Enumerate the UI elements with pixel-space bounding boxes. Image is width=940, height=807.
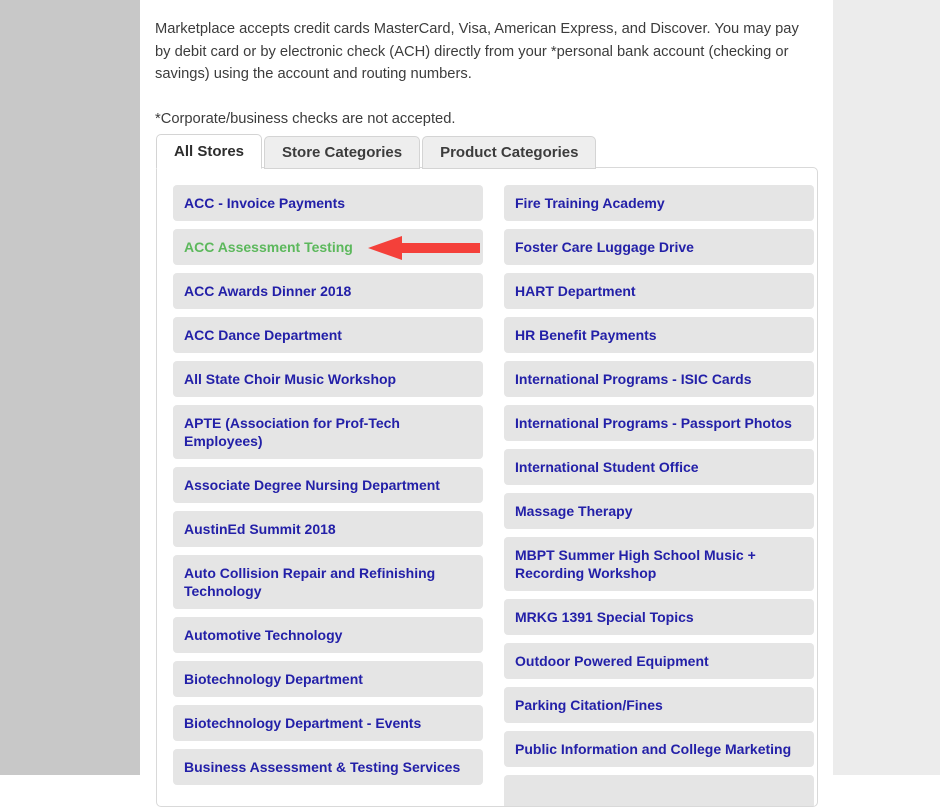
store-link-label: HART Department (515, 283, 636, 299)
stores-panel: ACC - Invoice Payments ACC Assessment Tes… (156, 167, 818, 807)
tab-label: All Stores (174, 143, 245, 160)
store-link-label: International Student Office (515, 459, 699, 475)
stores-panel-inner: ACC - Invoice Payments ACC Assessment Tes… (157, 168, 817, 806)
store-link-label: Parking Citation/Fines (515, 697, 663, 713)
store-link-item[interactable]: Foster Care Luggage Drive (504, 229, 814, 265)
store-link-item[interactable]: Massage Therapy (504, 493, 814, 529)
store-link-item[interactable]: ACC - Invoice Payments (173, 185, 483, 221)
store-link-label: AustinEd Summit 2018 (184, 521, 336, 537)
tab-label: Store Categories (282, 144, 403, 161)
store-link-label: Fire Training Academy (515, 195, 665, 211)
store-link-item[interactable]: MRKG 1391 Special Topics (504, 599, 814, 635)
store-link-label: All State Choir Music Workshop (184, 371, 397, 387)
store-link-item[interactable]: Auto Collision Repair and Refinishing Te… (173, 555, 483, 609)
store-link-label: Automotive Technology (184, 627, 343, 643)
store-link-item[interactable]: Biotechnology Department - Events (173, 705, 483, 741)
store-link-item[interactable]: Associate Degree Nursing Department (173, 467, 483, 503)
store-link-item[interactable]: HR Benefit Payments (504, 317, 814, 353)
stores-column-left: ACC - Invoice Payments ACC Assessment Tes… (173, 185, 483, 806)
store-link-item[interactable]: International Student Office (504, 449, 814, 485)
store-link-item[interactable]: APTE (Association for Prof-Tech Employee… (173, 405, 483, 459)
store-link-item[interactable]: ACC Awards Dinner 2018 (173, 273, 483, 309)
store-link-item[interactable]: Biotechnology Department (173, 661, 483, 697)
store-link-label: Massage Therapy (515, 503, 633, 519)
store-link-item[interactable]: ACC Dance Department (173, 317, 483, 353)
store-link-label: ACC Dance Department (184, 327, 342, 343)
store-link-item[interactable]: Public Information and College Marketing (504, 731, 814, 767)
store-link-item[interactable]: HART Department (504, 273, 814, 309)
store-link-item[interactable]: International Programs - ISIC Cards (504, 361, 814, 397)
store-link-label: Biotechnology Department (184, 671, 363, 687)
store-link-label: International Programs - ISIC Cards (515, 371, 752, 387)
store-link-label: ACC Assessment Testing (184, 239, 353, 255)
store-link-label: Associate Degree Nursing Department (184, 477, 440, 493)
store-link-label: ACC Awards Dinner 2018 (184, 283, 352, 299)
store-link-item[interactable] (504, 775, 814, 806)
store-link-item[interactable]: Automotive Technology (173, 617, 483, 653)
store-link-label: International Programs - Passport Photos (515, 415, 792, 431)
store-link-label: Foster Care Luggage Drive (515, 239, 694, 255)
store-link-label: Auto Collision Repair and Refinishing Te… (184, 565, 436, 599)
intro-paragraph-1: Marketplace accepts credit cards MasterC… (155, 21, 799, 82)
store-link-item[interactable]: AustinEd Summit 2018 (173, 511, 483, 547)
store-link-item[interactable]: All State Choir Music Workshop (173, 361, 483, 397)
store-link-item[interactable]: Business Assessment & Testing Services (173, 749, 483, 785)
tab-bar: All Stores Store Categories Product Catego… (156, 134, 598, 169)
store-link-label: Business Assessment & Testing Services (184, 759, 461, 775)
store-link-label: HR Benefit Payments (515, 327, 657, 343)
intro-text: Marketplace accepts credit cards MasterC… (155, 18, 815, 130)
store-link-label: MRKG 1391 Special Topics (515, 609, 694, 625)
intro-paragraph-2: *Corporate/business checks are not accep… (155, 110, 456, 127)
tab-all-stores[interactable]: All Stores (156, 134, 263, 169)
tab-label: Product Categories (440, 144, 579, 161)
store-link-label: Biotechnology Department - Events (184, 715, 422, 731)
store-link-item[interactable]: Parking Citation/Fines (504, 687, 814, 723)
store-link-item[interactable]: Outdoor Powered Equipment (504, 643, 814, 679)
store-link-item[interactable]: International Programs - Passport Photos (504, 405, 814, 441)
store-link-item[interactable]: MBPT Summer High School Music + Recordin… (504, 537, 814, 591)
store-link-label: ACC - Invoice Payments (184, 195, 346, 211)
page-root: Marketplace accepts credit cards MasterC… (0, 0, 940, 807)
store-link-label: MBPT Summer High School Music + Recordin… (515, 547, 756, 581)
store-link-item[interactable]: ACC Assessment Testing (173, 229, 483, 265)
stores-column-right: Fire Training Academy Foster Care Luggage… (504, 185, 814, 806)
store-link-label: Outdoor Powered Equipment (515, 653, 709, 669)
store-link-label: APTE (Association for Prof-Tech Employee… (184, 415, 400, 449)
page-gutter-right (833, 0, 940, 775)
store-link-item[interactable]: Fire Training Academy (504, 185, 814, 221)
tab-store-categories[interactable]: Store Categories (264, 136, 421, 169)
tab-product-categories[interactable]: Product Categories (422, 136, 597, 169)
page-gutter-left (0, 0, 140, 775)
store-link-label: Public Information and College Marketing (515, 741, 792, 757)
